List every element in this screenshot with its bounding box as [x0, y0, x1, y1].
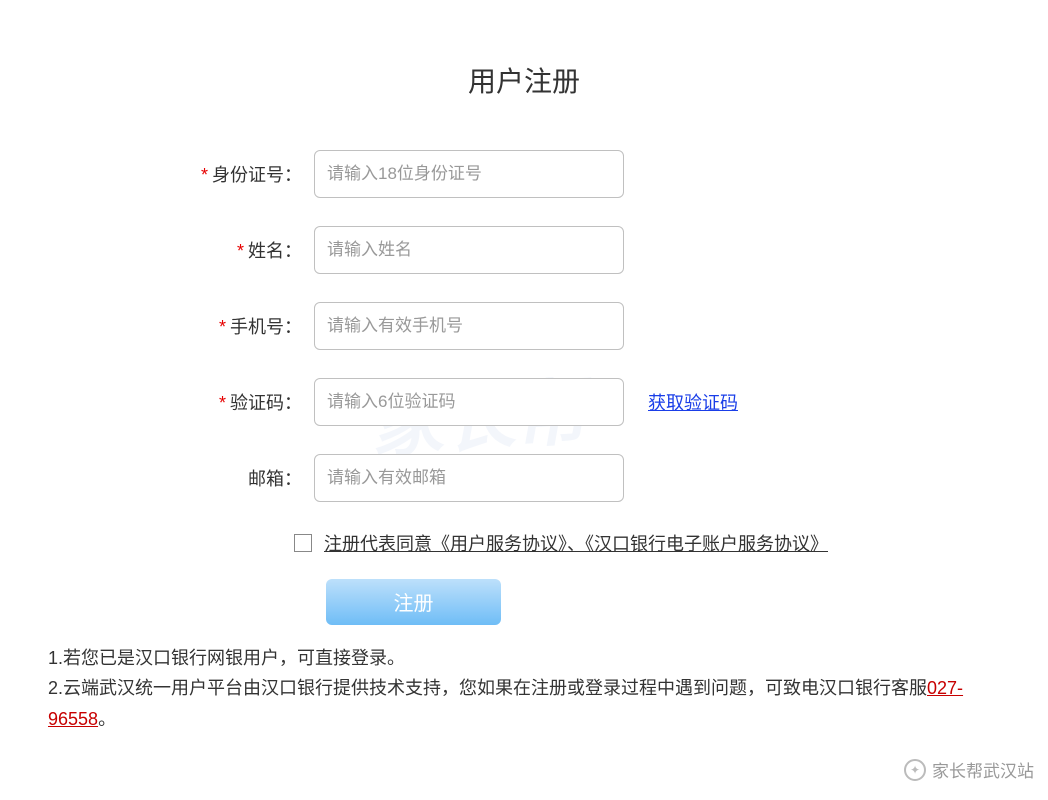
agreement-text[interactable]: 注册代表同意《用户服务协议》、《汉口银行电子账户服务协议》	[324, 530, 828, 559]
id-number-label: *身份证号：	[144, 161, 314, 187]
form-row-phone: *手机号：	[144, 302, 904, 350]
agreement-checkbox[interactable]	[294, 534, 312, 552]
captcha-label: *验证码：	[144, 389, 314, 415]
wechat-icon: ✦	[904, 759, 926, 781]
phone-label: *手机号：	[144, 313, 314, 339]
get-code-link[interactable]: 获取验证码	[648, 393, 738, 413]
footer-notes: 1.若您已是汉口银行网银用户，可直接登录。 2.云端武汉统一用户平台由汉口银行提…	[34, 643, 1014, 735]
email-input[interactable]	[314, 454, 624, 502]
page-title: 用户注册	[0, 0, 1048, 150]
source-label: 家长帮武汉站	[932, 757, 1034, 782]
captcha-input[interactable]	[314, 378, 624, 426]
phone-input[interactable]	[314, 302, 624, 350]
form-row-captcha: *验证码： 获取验证码	[144, 378, 904, 426]
name-input[interactable]	[314, 226, 624, 274]
submit-button[interactable]: 注册	[326, 579, 501, 625]
email-label: 邮箱：	[144, 465, 314, 491]
form-row-id: *身份证号：	[144, 150, 904, 198]
name-label: *姓名：	[144, 237, 314, 263]
note-line-2: 2.云端武汉统一用户平台由汉口银行提供技术支持，您如果在注册或登录过程中遇到问题…	[48, 673, 1000, 734]
id-number-input[interactable]	[314, 150, 624, 198]
note-line-1: 1.若您已是汉口银行网银用户，可直接登录。	[48, 643, 1000, 674]
form-row-name: *姓名：	[144, 226, 904, 274]
registration-form: *身份证号： *姓名： *手机号： *验证码： 获取验证码	[144, 150, 904, 625]
source-watermark: ✦ 家长帮武汉站	[904, 757, 1034, 782]
agreement-row: 注册代表同意《用户服务协议》、《汉口银行电子账户服务协议》	[294, 530, 904, 559]
form-row-email: 邮箱：	[144, 454, 904, 502]
